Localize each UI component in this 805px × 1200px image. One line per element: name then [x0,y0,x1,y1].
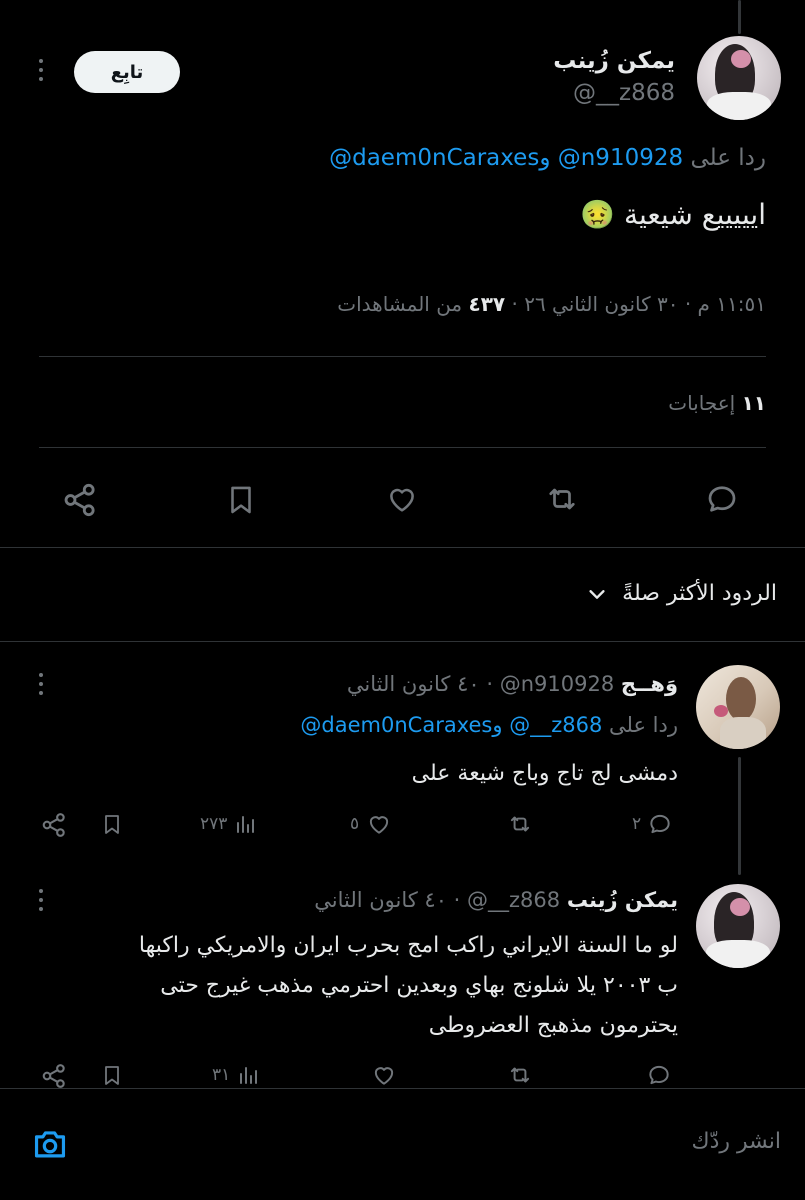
reply-author-name[interactable]: يمكن زُينب [567,888,678,912]
reply-context: ردا على @n910928 و@daem0nCaraxes [329,145,766,171]
reply-mention-link[interactable]: @n910928 [558,145,683,171]
thread-connector [738,0,741,34]
share-icon [40,1062,68,1088]
views-action[interactable]: ٣١ [212,1063,260,1087]
reply-mention-link[interactable]: @daem0nCaraxes [329,145,539,171]
chevron-down-icon [586,583,608,605]
reply-count: ٢ [632,814,642,834]
like-icon[interactable] [383,482,421,516]
reply-context: ردا على @__z868 و@daem0nCaraxes [300,713,678,737]
reply-text-line: ب ٢٠٠٣ يلا شلونج بهاي وبعدين احترمي مذهب… [160,973,678,998]
thread-connector [738,757,741,875]
share-icon[interactable] [61,481,99,519]
follow-button[interactable]: تابِع [74,51,180,93]
views-label: من المشاهدات [337,292,463,316]
reply-2-actions: ٣١ [0,1055,805,1088]
avatar[interactable] [696,884,780,968]
tweet-meta: ١١:٥١ م · ٣٠ كانون الثاني ٢٦ · ٤٣٧ من ال… [337,292,766,316]
reply-header: وَهــج @n910928 · ٤٠ كانون الثاني [347,672,678,696]
like-count: ٥ [350,814,360,834]
nauseated-face-emoji: 🤢 [580,198,616,231]
share-icon [40,811,68,839]
like-action[interactable]: ٥ [350,811,393,837]
retweet-icon [506,811,534,837]
views-action[interactable]: ٢٧٣ [200,812,257,836]
reply-input-placeholder: انشر ردّك [691,1129,781,1154]
retweet-action[interactable] [506,811,534,837]
views-count: ٣١ [212,1065,231,1085]
analytics-icon [236,1063,260,1087]
follow-button-label: تابِع [110,61,144,83]
avatar[interactable] [696,665,780,749]
reply-author-name[interactable]: وَهــج [621,672,678,696]
reply-text-line: لو ما السنة الايراني راكب امج بحرب ايران… [138,933,678,958]
more-options-icon[interactable] [38,59,44,81]
views-count: ٤٣٧ [468,292,506,316]
views-count: ٢٧٣ [200,814,228,834]
likes-count: ١١ [741,391,766,415]
share-action[interactable] [40,811,68,839]
likes-summary[interactable]: ١١ إعجابات [668,391,766,415]
reply-composer: انشر ردّك [0,1088,805,1200]
analytics-icon [233,812,257,836]
like-icon [365,811,393,837]
like-action[interactable] [370,1062,398,1088]
reply-author-handle[interactable]: @n910928 [500,672,614,696]
avatar[interactable] [697,36,781,120]
reply-action[interactable]: ٢ [632,811,673,837]
reply-input[interactable]: انشر ردّك [161,1129,781,1165]
bookmark-icon[interactable] [224,481,258,519]
reply-and: و [492,713,503,737]
sort-label: الردود الأكثر صلةً [622,581,777,606]
bookmark-icon [100,811,124,838]
reply-author-handle[interactable]: @__z868 [467,888,560,912]
reply-icon [647,811,673,837]
reply-prefix: ردا على [609,713,678,737]
reply-mention-link[interactable]: @__z868 [509,713,602,737]
reply-time[interactable]: · ٤٠ كانون الثاني [347,672,493,696]
more-options-icon[interactable] [38,889,44,911]
retweet-icon [506,1062,534,1088]
author-handle[interactable]: @__z868 [573,80,675,106]
tweet-text: ايييييع شيعية 🤢 [580,198,766,231]
timestamp[interactable]: ١١:٥١ م · ٣٠ كانون الثاني ٢٦ · [511,292,766,316]
reply-icon[interactable] [704,481,740,517]
retweet-icon[interactable] [543,481,581,517]
reply-text-line: يحترمون مذهبج العضروطى [428,1013,678,1038]
reply-icon [646,1062,672,1088]
divider [39,447,766,448]
likes-label: إعجابات [668,391,736,415]
replies-sort-dropdown[interactable]: الردود الأكثر صلةً [586,581,777,606]
reply-text: لو ما السنة الايراني راكب امج بحرب ايران… [139,926,678,1046]
bookmark-action[interactable] [100,1062,124,1088]
reply-mention-link[interactable]: @daem0nCaraxes [300,713,492,737]
reply-action[interactable] [646,1062,672,1088]
bookmark-icon [100,1062,124,1088]
like-icon [370,1062,398,1088]
reply-text: دمشى لج تاج وباج شيعة على [411,761,678,786]
divider [0,547,805,548]
tweet-body: ايييييع شيعية [623,198,766,231]
reply-header: يمكن زُينب @__z868 · ٤٠ كانون الثاني [314,888,678,912]
divider [0,641,805,642]
more-options-icon[interactable] [38,673,44,695]
reply-and: و [539,145,551,171]
reply-time[interactable]: · ٤٠ كانون الثاني [314,888,460,912]
reply-prefix: ردا على [690,145,766,171]
share-action[interactable] [40,1062,68,1088]
author-name[interactable]: يمكن زُينب [553,48,675,74]
divider [39,356,766,357]
camera-icon[interactable] [30,1125,70,1163]
retweet-action[interactable] [506,1062,534,1088]
bookmark-action[interactable] [100,811,124,838]
